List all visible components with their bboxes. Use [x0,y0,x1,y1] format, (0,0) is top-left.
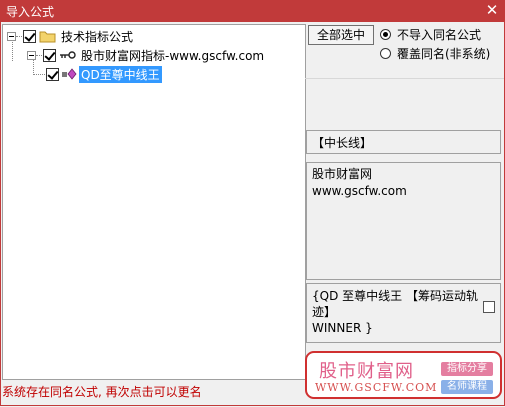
radio-overwrite-label: 覆盖同名(非系统) [397,47,491,61]
tree-label-formula: QD至尊中线王 [79,65,162,83]
tree-checkbox-formula[interactable] [46,67,59,81]
description-line: 股市财富网 [312,167,373,181]
tree-checkbox-gscfw[interactable] [43,48,56,62]
formula-tree[interactable]: 技术指标公式 股市财富网指标-www.gscfw.com QD至尊中线王 [2,24,306,380]
watermark-name: 股市财富网 [319,361,414,382]
watermark-tag: 名师课程 [441,380,493,394]
description-box: 股市财富网 www.gscfw.com [306,162,501,280]
tree-node-formula[interactable]: QD至尊中线王 [33,65,162,83]
select-all-button[interactable]: 全部选中 [308,25,374,45]
window-title: 导入公式 [6,5,55,19]
expand-toggle-icon[interactable] [7,31,16,41]
divider [305,78,504,79]
tree-label-gscfw: 股市财富网指标-www.gscfw.com [81,48,265,63]
category-text: 【中长线】 [312,136,373,150]
tree-checkbox-root[interactable] [23,29,36,43]
watermark-tag: 指标分享 [441,362,493,376]
title-bar: 导入公式 ✕ [0,0,505,22]
code-line: WINNER } [312,321,373,335]
code-line: 迹】 [312,305,337,319]
tree-label-root: 技术指标公式 [61,29,134,44]
radio-dot-icon[interactable] [380,29,391,40]
status-message: 系统存在同名公式, 再次点击可以更名 [2,385,202,399]
radio-no-import[interactable]: 不导入同名公式 [380,26,481,43]
radio-dot-icon[interactable] [380,48,391,59]
tree-node-gscfw[interactable]: 股市财富网指标-www.gscfw.com [27,47,264,63]
code-line: {QD 至尊中线王 【筹码运动轨 [312,289,478,303]
watermark-url: WWW.GSCFW.COM [315,381,438,394]
folder-icon [39,31,56,43]
description-line: www.gscfw.com [312,184,407,198]
watermark-logo: 股市财富网 WWW.GSCFW.COM 指标分享 名师课程 [305,351,502,399]
formula-icon [62,68,77,80]
formula-code-box: {QD 至尊中线王 【筹码运动轨 迹】 WINNER } [306,283,501,343]
close-button[interactable]: ✕ [483,1,501,19]
radio-overwrite[interactable]: 覆盖同名(非系统) [380,45,490,62]
tree-node-root[interactable]: 技术指标公式 [7,28,133,44]
radio-no-import-label: 不导入同名公式 [397,28,482,42]
code-checkbox[interactable] [483,301,495,313]
category-box: 【中长线】 [306,130,501,154]
key-icon [60,51,76,59]
expand-toggle-icon[interactable] [27,50,36,60]
